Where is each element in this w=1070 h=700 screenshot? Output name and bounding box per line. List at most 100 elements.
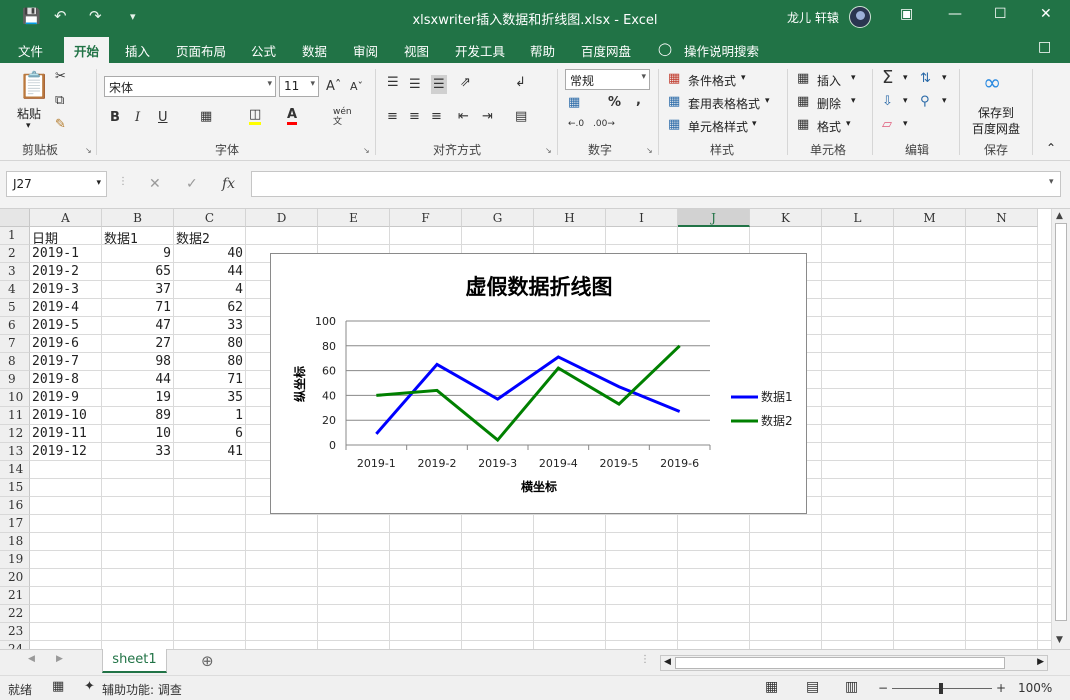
- column-header-G[interactable]: G: [462, 209, 534, 227]
- cell-C7[interactable]: 80: [174, 335, 246, 353]
- cell-B8[interactable]: 98: [102, 353, 174, 371]
- row-header-1[interactable]: 1: [0, 227, 30, 245]
- row-header-6[interactable]: 6: [0, 317, 30, 335]
- clipboard-launcher-icon[interactable]: ↘: [85, 146, 92, 155]
- zoom-level[interactable]: 100%: [1018, 681, 1052, 695]
- format-painter-icon[interactable]: ✎: [55, 117, 66, 132]
- accessibility-icon[interactable]: ✦: [84, 679, 95, 694]
- row-header-9[interactable]: 9: [0, 371, 30, 389]
- sheet-tab-sheet1[interactable]: sheet1: [102, 649, 167, 673]
- normal-view-icon[interactable]: ▦: [765, 679, 778, 695]
- cell-A1[interactable]: 日期: [30, 227, 102, 247]
- tab-review[interactable]: 审阅: [353, 41, 378, 60]
- align-right-icon[interactable]: ≡: [431, 109, 442, 124]
- paste-dropdown-icon[interactable]: ▾: [26, 121, 31, 131]
- close-icon[interactable]: ✕: [1040, 6, 1052, 22]
- cell-C2[interactable]: 40: [174, 245, 246, 263]
- fill-color-icon[interactable]: ◫: [249, 107, 262, 125]
- expand-formula-bar-icon[interactable]: ▾: [1049, 177, 1054, 187]
- save-baidu-line2[interactable]: 百度网盘: [972, 120, 1020, 137]
- user-name[interactable]: 龙儿 轩辕: [787, 9, 839, 26]
- tab-help[interactable]: 帮助: [530, 41, 555, 60]
- align-top-icon[interactable]: ☰: [387, 75, 399, 90]
- row-header-7[interactable]: 7: [0, 335, 30, 353]
- row-header-19[interactable]: 19: [0, 551, 30, 569]
- delete-cells-icon[interactable]: ▦: [797, 94, 809, 109]
- cell-C4[interactable]: 4: [174, 281, 246, 299]
- maximize-icon[interactable]: ☐: [994, 6, 1007, 22]
- cell-B5[interactable]: 71: [102, 299, 174, 317]
- zoom-out-icon[interactable]: −: [878, 681, 888, 695]
- fill-dropdown-icon[interactable]: ▾: [903, 96, 908, 106]
- autosum-icon[interactable]: Σ: [882, 67, 893, 88]
- column-header-E[interactable]: E: [318, 209, 390, 227]
- cancel-icon[interactable]: ✕: [149, 176, 161, 192]
- align-left-icon[interactable]: ≡: [387, 109, 398, 124]
- sort-filter-icon[interactable]: ⇅: [920, 71, 931, 86]
- add-sheet-icon[interactable]: ⊕: [201, 652, 214, 670]
- tab-insert[interactable]: 插入: [125, 41, 150, 60]
- row-header-8[interactable]: 8: [0, 353, 30, 371]
- row-header-23[interactable]: 23: [0, 623, 30, 641]
- tell-me-search[interactable]: 操作说明搜索: [684, 41, 759, 60]
- cell-styles-icon[interactable]: ▦: [668, 117, 680, 132]
- conditional-format-dropdown-icon[interactable]: ▾: [741, 73, 746, 83]
- row-header-11[interactable]: 11: [0, 407, 30, 425]
- cell-C12[interactable]: 6: [174, 425, 246, 443]
- row-header-4[interactable]: 4: [0, 281, 30, 299]
- scroll-down-icon[interactable]: ▼: [1056, 635, 1063, 645]
- wrap-text-icon[interactable]: ↲: [515, 75, 526, 90]
- autosum-dropdown-icon[interactable]: ▾: [903, 73, 908, 83]
- paste-button[interactable]: 粘贴: [17, 105, 41, 122]
- row-header-5[interactable]: 5: [0, 299, 30, 317]
- column-header-D[interactable]: D: [246, 209, 318, 227]
- column-header-N[interactable]: N: [966, 209, 1038, 227]
- cell-A8[interactable]: 2019-7: [30, 353, 102, 371]
- increase-decimal-icon[interactable]: ←.0: [568, 119, 584, 129]
- find-select-dropdown-icon[interactable]: ▾: [942, 96, 947, 106]
- format-as-table-dropdown-icon[interactable]: ▾: [765, 96, 770, 106]
- insert-cells-button[interactable]: 插入: [817, 72, 841, 89]
- column-header-B[interactable]: B: [102, 209, 174, 227]
- column-header-H[interactable]: H: [534, 209, 606, 227]
- cell-B13[interactable]: 33: [102, 443, 174, 461]
- row-header-15[interactable]: 15: [0, 479, 30, 497]
- page-layout-view-icon[interactable]: ▤: [806, 679, 819, 695]
- row-header-12[interactable]: 12: [0, 425, 30, 443]
- cell-B9[interactable]: 44: [102, 371, 174, 389]
- cell-styles-button[interactable]: 单元格样式: [688, 118, 748, 135]
- font-color-icon[interactable]: A: [287, 107, 298, 125]
- tab-data[interactable]: 数据: [302, 41, 327, 60]
- cell-C3[interactable]: 44: [174, 263, 246, 281]
- borders-icon[interactable]: ▦: [200, 109, 212, 124]
- row-header-20[interactable]: 20: [0, 569, 30, 587]
- cell-A9[interactable]: 2019-8: [30, 371, 102, 389]
- horizontal-scroll-thumb[interactable]: [675, 657, 1005, 669]
- comma-icon[interactable]: ,: [636, 93, 641, 108]
- phonetic-icon[interactable]: wén 文: [333, 107, 352, 127]
- font-size-select[interactable]: 11 ▾: [279, 76, 319, 97]
- find-select-icon[interactable]: ⚲: [920, 94, 930, 109]
- row-header-17[interactable]: 17: [0, 515, 30, 533]
- paste-icon[interactable]: 📋: [18, 71, 50, 101]
- number-format-select[interactable]: 常规 ▾: [565, 69, 650, 90]
- formula-input[interactable]: [251, 171, 1061, 197]
- clear-dropdown-icon[interactable]: ▾: [903, 119, 908, 129]
- cell-B12[interactable]: 10: [102, 425, 174, 443]
- column-header-M[interactable]: M: [894, 209, 966, 227]
- sort-filter-dropdown-icon[interactable]: ▾: [942, 73, 947, 83]
- merge-center-icon[interactable]: ▤: [515, 109, 527, 124]
- cell-C9[interactable]: 71: [174, 371, 246, 389]
- bold-icon[interactable]: B: [110, 110, 120, 125]
- zoom-slider-thumb[interactable]: [939, 683, 943, 694]
- scroll-left-icon[interactable]: ◀: [664, 657, 671, 667]
- conditional-format-button[interactable]: 条件格式: [688, 72, 736, 89]
- row-header-2[interactable]: 2: [0, 245, 30, 263]
- underline-icon[interactable]: U: [158, 110, 168, 125]
- cell-B1[interactable]: 数据1: [102, 227, 174, 247]
- column-header-F[interactable]: F: [390, 209, 462, 227]
- row-header-10[interactable]: 10: [0, 389, 30, 407]
- horizontal-scrollbar[interactable]: ◀ ▶: [660, 655, 1048, 671]
- row-header-3[interactable]: 3: [0, 263, 30, 281]
- column-header-L[interactable]: L: [822, 209, 894, 227]
